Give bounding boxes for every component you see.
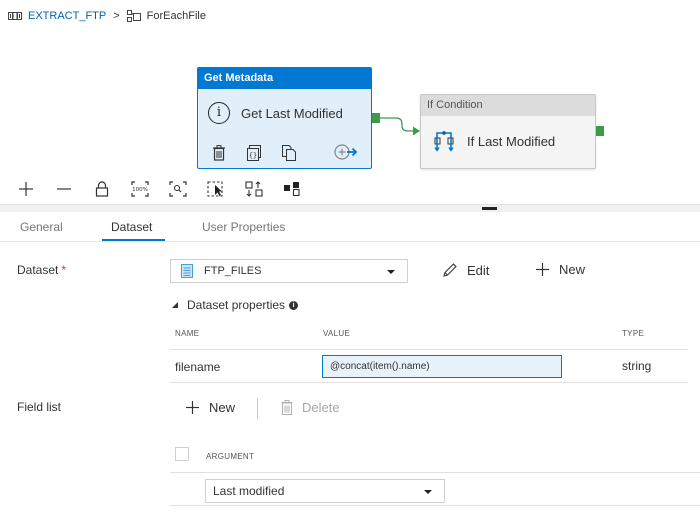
- command-separator: [257, 398, 258, 419]
- info-icon[interactable]: i: [289, 300, 299, 310]
- active-tab-indicator: [102, 239, 165, 241]
- table-divider: [170, 472, 700, 473]
- field-delete-button[interactable]: Delete: [281, 400, 340, 415]
- zoom-out-button[interactable]: [55, 180, 73, 198]
- dataset-file-icon: [181, 264, 193, 278]
- edit-dataset-button[interactable]: Edit: [442, 262, 489, 278]
- dataset-properties-toggle[interactable]: Dataset properties i: [172, 298, 299, 312]
- svg-text:100%: 100%: [132, 187, 148, 193]
- auto-align-button[interactable]: [245, 180, 263, 198]
- column-header-value: VALUE: [323, 329, 351, 338]
- field-new-button[interactable]: New: [185, 400, 235, 415]
- dataset-select-value: FTP_FILES: [204, 265, 262, 277]
- chevron-down-icon: [387, 270, 395, 274]
- breadcrumb-pipeline-link[interactable]: EXTRACT_FTP: [28, 10, 106, 22]
- properties-tabs: General Dataset User Properties: [0, 212, 700, 242]
- pencil-icon: [443, 263, 457, 277]
- code-icon[interactable]: {}: [247, 145, 261, 161]
- edit-label: Edit: [467, 262, 490, 278]
- pipeline-canvas[interactable]: EXTRACT_FTP > ForEachFile Get Metadata i…: [0, 0, 700, 172]
- select-all-checkbox[interactable]: [175, 447, 189, 461]
- select-icon: [207, 181, 223, 197]
- minus-icon: [57, 188, 71, 190]
- table-divider: [170, 505, 700, 506]
- zoom-in-button[interactable]: [17, 180, 35, 198]
- zoom-100-button[interactable]: 100%: [131, 180, 149, 198]
- breadcrumb: EXTRACT_FTP > ForEachFile: [8, 8, 206, 24]
- dataset-label: Dataset *: [17, 263, 67, 277]
- activity-if-condition[interactable]: If Condition If Last Modified: [420, 94, 596, 169]
- delete-icon[interactable]: [212, 145, 226, 161]
- zoom-fit-icon: [169, 181, 187, 197]
- dataset-properties-label: Dataset properties: [187, 298, 286, 312]
- field-new-label: New: [209, 400, 236, 415]
- property-type: string: [622, 359, 652, 373]
- column-header-argument: ARGUMENT: [206, 452, 255, 461]
- copy-icon[interactable]: [282, 145, 296, 161]
- activity-output-port[interactable]: [596, 126, 604, 136]
- breadcrumb-separator: >: [113, 10, 120, 22]
- field-delete-label: Delete: [302, 400, 340, 415]
- canvas-toolbar: 100%: [0, 174, 700, 204]
- breadcrumb-current: ForEachFile: [146, 10, 206, 22]
- activity-name: If Last Modified: [467, 133, 556, 149]
- new-label: New: [559, 262, 586, 277]
- zoom-100-icon: 100%: [131, 181, 149, 197]
- collapse-triangle-icon: [172, 302, 178, 308]
- argument-select-value: Last modified: [213, 484, 285, 498]
- activity-get-metadata[interactable]: Get Metadata i Get Last Modified {}: [197, 67, 372, 169]
- chevron-down-icon: [424, 490, 432, 494]
- add-output-icon[interactable]: [334, 143, 358, 161]
- zoom-to-fit-button[interactable]: [169, 180, 187, 198]
- tab-general[interactable]: General: [20, 220, 63, 234]
- table-divider: [170, 382, 688, 383]
- lock-icon: [95, 181, 109, 197]
- field-list-label: Field list: [17, 400, 62, 414]
- activity-name: Get Last Modified: [241, 105, 343, 121]
- activity-type-label: Get Metadata: [198, 68, 371, 89]
- required-indicator: *: [61, 263, 67, 277]
- panel-splitter[interactable]: [0, 204, 700, 212]
- dataset-select[interactable]: FTP_FILES: [170, 259, 408, 283]
- connector-line: [380, 117, 420, 136]
- plus-icon: [536, 263, 549, 276]
- foreach-icon: [126, 10, 141, 22]
- select-mode-button[interactable]: [207, 180, 225, 198]
- column-header-type: TYPE: [622, 329, 645, 338]
- property-name: filename: [175, 360, 221, 374]
- layout-button[interactable]: [283, 180, 301, 198]
- plus-icon: [19, 182, 33, 196]
- activity-output-port[interactable]: [372, 113, 380, 123]
- info-icon: i: [208, 102, 230, 124]
- splitter-handle[interactable]: [482, 207, 497, 210]
- table-divider: [170, 349, 688, 350]
- delete-icon: [281, 400, 293, 415]
- tab-dataset[interactable]: Dataset: [111, 220, 152, 234]
- layout-icon: [284, 182, 300, 197]
- new-dataset-button[interactable]: New: [535, 262, 585, 277]
- svg-text:{}: {}: [249, 152, 257, 160]
- argument-select[interactable]: Last modified: [205, 479, 445, 503]
- if-condition-icon: [433, 130, 455, 152]
- column-header-name: NAME: [175, 329, 200, 338]
- lock-button[interactable]: [93, 180, 111, 198]
- auto-align-icon: [245, 181, 263, 197]
- activity-type-label: If Condition: [421, 95, 595, 116]
- pipeline-icon: [8, 10, 22, 22]
- tab-user-properties[interactable]: User Properties: [202, 220, 285, 234]
- plus-icon: [186, 401, 199, 414]
- property-value-input[interactable]: [322, 355, 562, 378]
